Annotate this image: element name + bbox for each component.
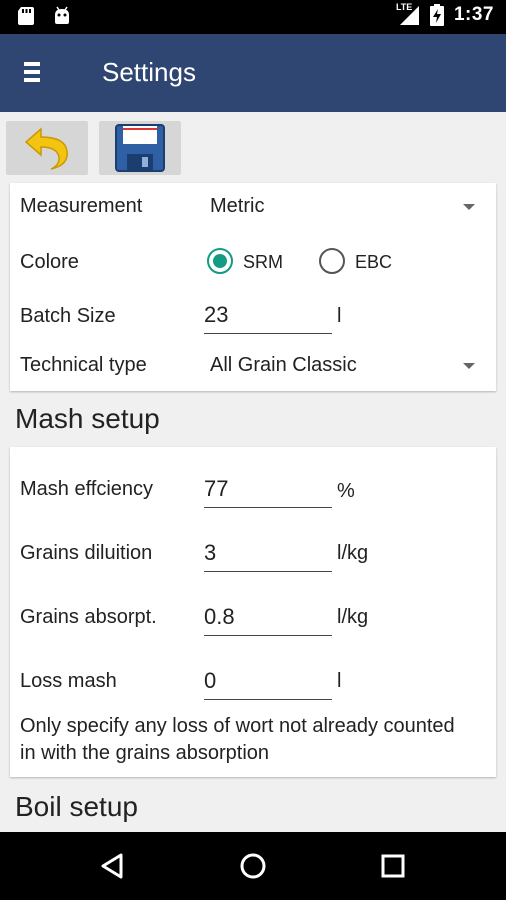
mash-setup-title: Mash setup [15, 403, 160, 434]
measurement-value: Metric [210, 195, 265, 217]
color-label: Colore [20, 251, 79, 273]
ebc-radio-label: EBC [355, 252, 393, 272]
mash-efficiency-unit: % [337, 480, 355, 502]
save-button[interactable] [99, 121, 181, 175]
grains-dilution-label: Grains diluition [20, 542, 153, 564]
batch-size-unit: l [337, 305, 342, 327]
status-bar: LTE 1:37 [0, 0, 506, 34]
home-icon[interactable] [237, 850, 269, 882]
measurement-label: Measurement [20, 195, 143, 217]
undo-icon [24, 127, 68, 170]
toolbar [0, 112, 506, 180]
mash-setup-card: Mash effciency 77 % Grains diluition 3 l… [10, 447, 496, 777]
navigation-bar [0, 832, 506, 900]
loss-mash-unit: l [337, 670, 342, 692]
grains-absorption-unit: l/kg [337, 606, 369, 628]
srm-radio[interactable] [207, 248, 233, 274]
loss-mash-input[interactable]: 0 [204, 666, 332, 700]
srm-radio-label: SRM [243, 252, 283, 272]
chevron-down-icon [463, 363, 475, 369]
loss-mash-note: Only specify any loss of wort not alread… [20, 715, 455, 764]
undo-button[interactable] [6, 121, 88, 175]
general-settings-card: Measurement Metric Colore SRM EBC Batch … [10, 183, 496, 391]
floppy-disk-icon [115, 124, 165, 172]
batch-size-input[interactable]: 23 [204, 300, 332, 334]
app-bar: Settings [0, 34, 506, 112]
clock: 1:37 [453, 4, 494, 25]
signal-icon: LTE [396, 2, 420, 26]
menu-icon[interactable] [24, 62, 44, 86]
android-icon [55, 6, 69, 24]
recents-icon[interactable] [377, 850, 409, 882]
grains-dilution-input[interactable]: 3 [204, 538, 332, 572]
loss-mash-label: Loss mash [20, 670, 117, 692]
grains-dilution-unit: l/kg [337, 542, 369, 564]
chevron-down-icon [463, 204, 475, 210]
mash-efficiency-input[interactable]: 77 [204, 474, 332, 508]
technical-type-value: All Grain Classic [210, 354, 357, 376]
page-title: Settings [102, 57, 196, 87]
mash-efficiency-label: Mash effciency [20, 478, 154, 500]
ebc-radio[interactable] [319, 248, 345, 274]
batch-size-label: Batch Size [20, 305, 116, 327]
back-icon[interactable] [97, 850, 129, 882]
technical-type-label: Technical type [20, 354, 147, 376]
grains-absorption-input[interactable]: 0.8 [204, 602, 332, 636]
boil-setup-title: Boil setup [15, 791, 138, 822]
grains-absorption-label: Grains absorpt. [20, 606, 157, 628]
battery-charging-icon [429, 4, 444, 26]
sd-card-icon [18, 7, 34, 25]
